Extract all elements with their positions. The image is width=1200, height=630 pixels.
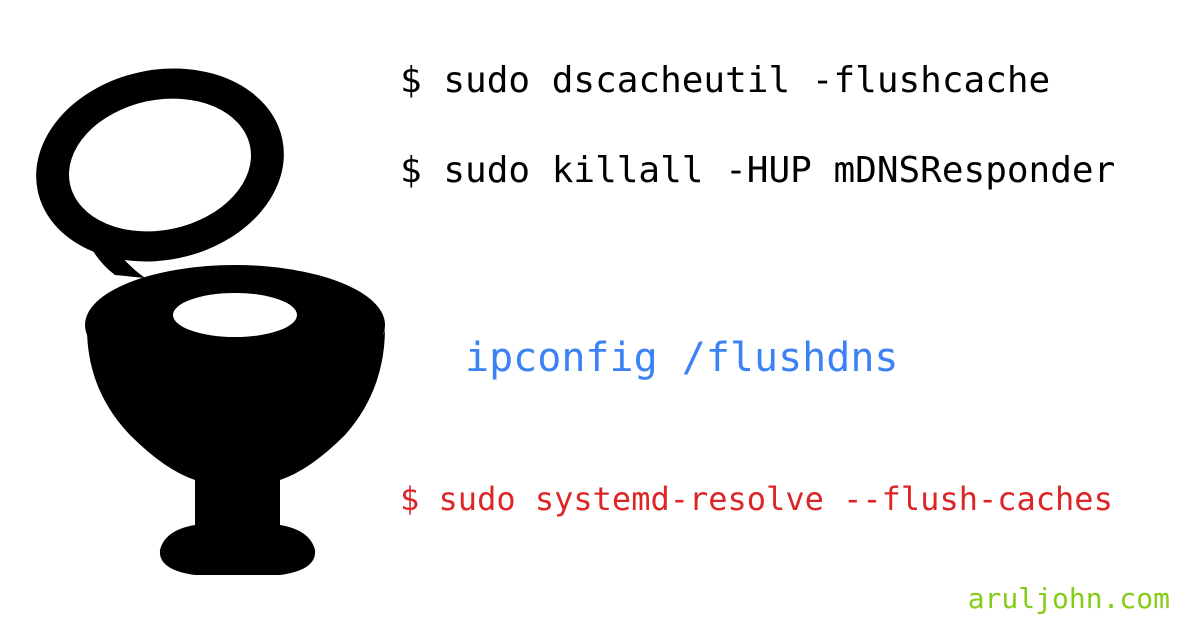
commands-panel: $ sudo dscacheutil -flushcache $ sudo ki… <box>400 0 1200 630</box>
linux-flush-command: $ sudo systemd-resolve --flush-caches <box>400 480 1113 518</box>
macos-flush-command: $ sudo dscacheutil -flushcache <box>400 60 1050 101</box>
macos-killall-command: $ sudo killall -HUP mDNSResponder <box>400 150 1115 191</box>
toilet-illustration <box>0 0 400 630</box>
windows-flush-command: ipconfig /flushdns <box>465 335 898 381</box>
toilet-icon <box>20 60 390 580</box>
attribution-text: aruljohn.com <box>968 582 1170 615</box>
